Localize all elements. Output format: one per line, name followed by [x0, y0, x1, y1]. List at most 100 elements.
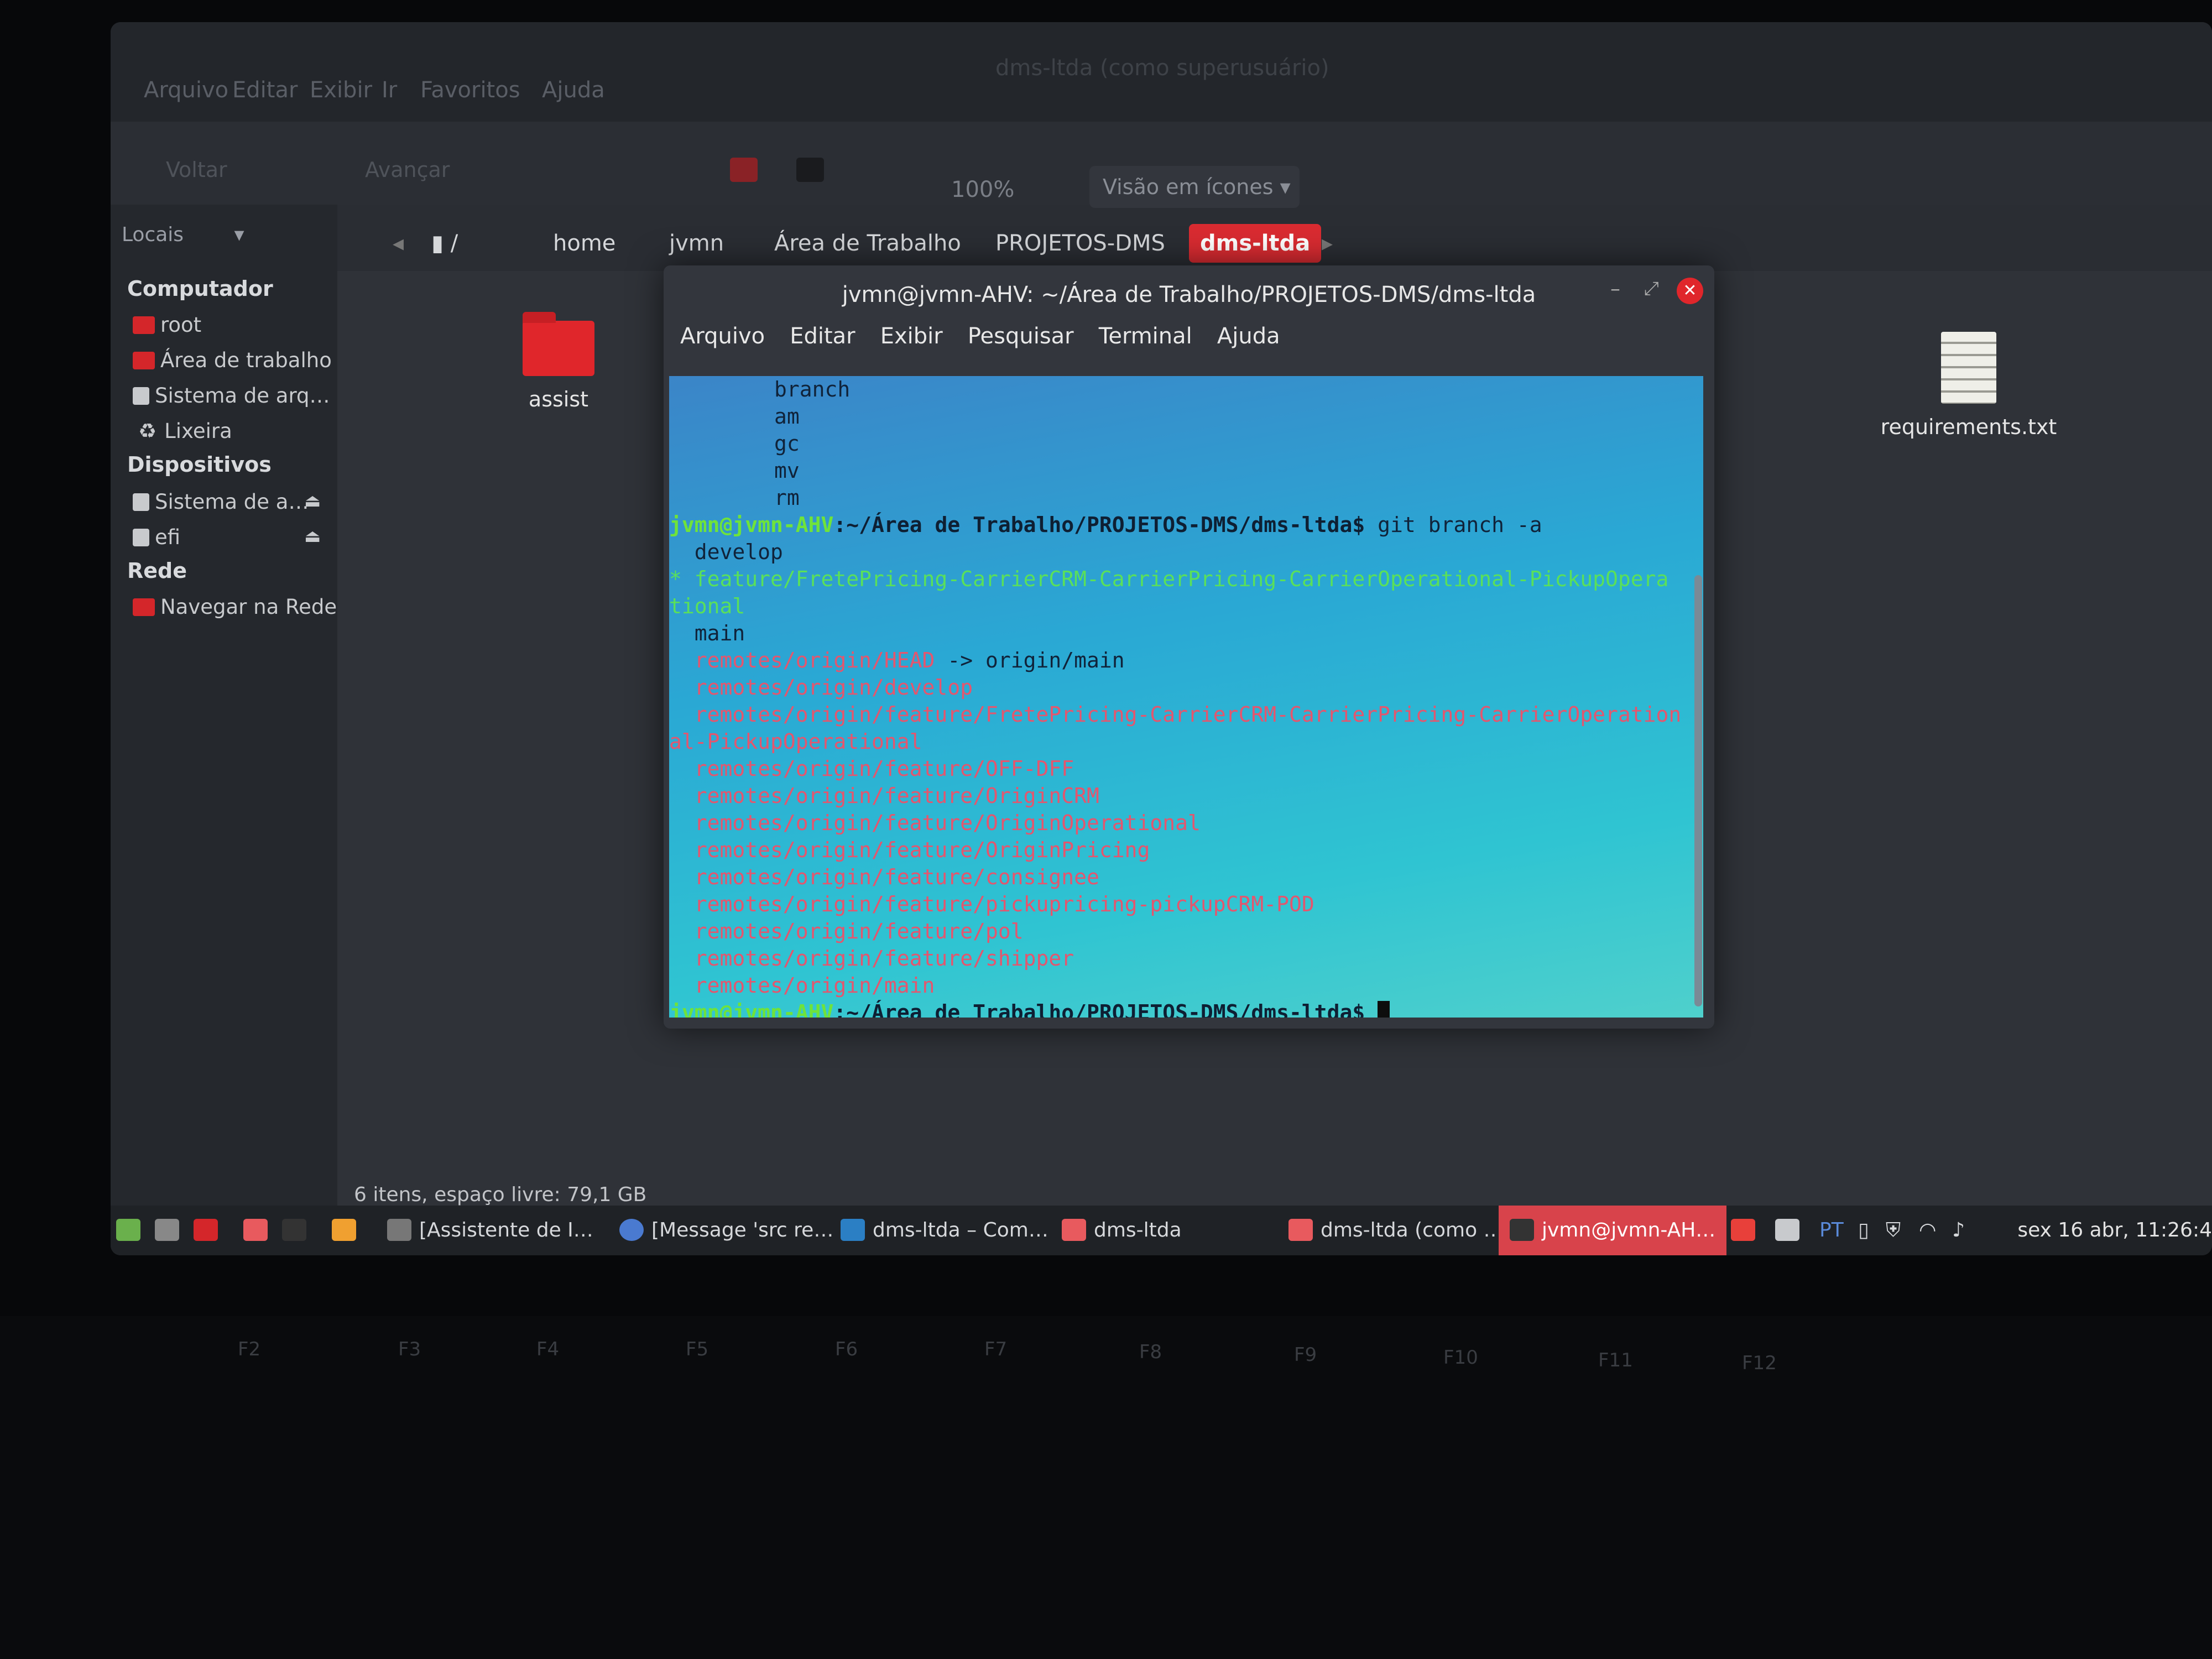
- firefox-launcher-icon[interactable]: [332, 1206, 364, 1255]
- terminal-launcher-icon[interactable]: [282, 1206, 314, 1255]
- sidebar-item-label: Área de trabalho: [160, 348, 332, 372]
- breadcrumb: ◂ ▮ / home jvmn Área de Trabalho PROJETO…: [348, 213, 1454, 268]
- minimize-icon[interactable]: –: [1610, 278, 1620, 300]
- key-f6: F6: [835, 1338, 858, 1360]
- file-assist[interactable]: assist: [503, 312, 614, 411]
- drive-icon: ▮: [431, 231, 451, 256]
- taskbar-item-vscode[interactable]: dms-ltda – Com…: [841, 1206, 1048, 1255]
- breadcrumb-dms-ltda[interactable]: dms-ltda: [1189, 224, 1322, 263]
- sidebar-item-device-efi[interactable]: efi: [133, 525, 180, 549]
- files-launcher-icon[interactable]: [243, 1206, 275, 1255]
- sidebar-header-network: Rede: [127, 559, 187, 583]
- shield-icon[interactable]: ⛨: [1886, 1206, 1901, 1255]
- chrome-icon: [619, 1219, 644, 1241]
- clock[interactable]: sex 16 abr, 11:26:4: [2017, 1206, 2212, 1255]
- taskbar-item-dms-ltda-root[interactable]: dms-ltda (como …: [1288, 1206, 1504, 1255]
- eject-icon[interactable]: ⏏: [304, 525, 321, 546]
- mint-menu-icon[interactable]: [116, 1206, 148, 1255]
- menu-editar[interactable]: Editar: [790, 324, 855, 349]
- sidebar-item-label: efi: [155, 525, 181, 549]
- terminal-window[interactable]: jvmn@jvmn-AHV: ~/Área de Trabalho/PROJET…: [664, 265, 1714, 1029]
- terminal-title: jvmn@jvmn-AHV: ~/Área de Trabalho/PROJET…: [842, 282, 1536, 307]
- taskbar-item-dms-ltda[interactable]: dms-ltda: [1062, 1206, 1182, 1255]
- sidebar-header-devices: Dispositivos: [127, 452, 272, 477]
- settings-icon: [155, 1219, 179, 1241]
- terminal-icon[interactable]: [796, 158, 824, 182]
- file-requirements[interactable]: requirements.txt: [1875, 332, 2063, 439]
- wifi-icon[interactable]: ◠: [1919, 1206, 1936, 1255]
- menu-editar[interactable]: Editar: [232, 77, 298, 103]
- keyboard-layout-indicator[interactable]: PT: [1819, 1206, 1844, 1255]
- breadcrumb-area-de-trabalho[interactable]: Área de Trabalho: [763, 224, 972, 263]
- sidebar-item-root[interactable]: root: [133, 313, 201, 337]
- folder-icon[interactable]: [730, 158, 758, 182]
- menu-favoritos[interactable]: Favoritos: [420, 77, 520, 103]
- key-f9: F9: [1294, 1344, 1317, 1366]
- clipboard-icon[interactable]: ▯: [1858, 1206, 1869, 1255]
- menu-exibir[interactable]: Exibir: [310, 77, 372, 103]
- taskbar: [Assistente de I… [Message 'src re… dms-…: [111, 1206, 2212, 1255]
- remote-branch-line: remotes/origin/develop: [669, 675, 973, 700]
- status-bar: 6 itens, espaço livre: 79,1 GB: [354, 1183, 647, 1206]
- text-file-icon: [1941, 332, 1996, 404]
- sidebar-item-label: Sistema de a…: [155, 490, 309, 514]
- remote-head-line: remotes/origin/HEAD -> origin/main: [669, 647, 1703, 674]
- taskbar-item-label: dms-ltda: [1094, 1219, 1182, 1241]
- mint-logo-icon: [116, 1219, 140, 1241]
- folder-icon: [243, 1219, 268, 1241]
- breadcrumb-home[interactable]: home: [542, 224, 627, 263]
- volume-icon[interactable]: ♪: [1952, 1206, 1965, 1255]
- sidebar-item-browse-network[interactable]: Navegar na Rede: [133, 595, 337, 619]
- folder-icon: [133, 316, 155, 334]
- terminal-prompt-line: jvmn@jvmn-AHV:~/Área de Trabalho/PROJETO…: [669, 512, 1703, 539]
- anydesk-icon[interactable]: [1731, 1206, 1763, 1255]
- breadcrumb-root[interactable]: ▮ /: [420, 224, 469, 263]
- breadcrumb-forward-icon[interactable]: ▸: [1311, 224, 1344, 263]
- remote-branch-line: remotes/origin/feature/pol: [669, 919, 1024, 943]
- key-f11: F11: [1598, 1349, 1633, 1371]
- key-f8: F8: [1139, 1341, 1162, 1363]
- menu-arquivo[interactable]: Arquivo: [144, 77, 228, 103]
- view-mode-select[interactable]: Visão em ícones ▾: [1089, 166, 1300, 208]
- menu-ir[interactable]: Ir: [382, 77, 397, 103]
- remote-branch-line: remotes/origin/feature/consignee: [669, 865, 1099, 889]
- sidebar-item-trash[interactable]: ♻ Lixeira: [133, 419, 232, 443]
- breadcrumb-jvmn[interactable]: jvmn: [658, 224, 735, 263]
- menu-ajuda[interactable]: Ajuda: [1217, 324, 1280, 349]
- breadcrumb-back-icon[interactable]: ◂: [382, 224, 415, 263]
- taskbar-item-assistente[interactable]: [Assistente de I…: [387, 1206, 593, 1255]
- key-f3: F3: [398, 1338, 421, 1360]
- sidebar-item-device-system[interactable]: Sistema de a…: [133, 490, 309, 514]
- taskbar-item-label: dms-ltda (como …: [1321, 1219, 1504, 1241]
- discord-icon[interactable]: [1775, 1206, 1807, 1255]
- sidebar-item-desktop[interactable]: Área de trabalho: [133, 348, 332, 372]
- app-launcher-icon[interactable]: [194, 1206, 226, 1255]
- menu-exibir[interactable]: Exibir: [880, 324, 943, 349]
- breadcrumb-projetos-dms[interactable]: PROJETOS-DMS: [984, 224, 1176, 263]
- forward-button[interactable]: Avançar: [365, 158, 450, 182]
- view-mode-label: Visão em ícones: [1103, 175, 1274, 199]
- text-cursor: [1378, 1001, 1390, 1018]
- menu-arquivo[interactable]: Arquivo: [680, 324, 765, 349]
- settings-launcher-icon[interactable]: [155, 1206, 187, 1255]
- taskbar-item-message[interactable]: [Message 'src re…: [619, 1206, 833, 1255]
- taskbar-item-terminal[interactable]: jvmn@jvmn-AH…: [1499, 1206, 1727, 1255]
- maximize-icon[interactable]: ⤢: [1644, 278, 1659, 300]
- menu-pesquisar[interactable]: Pesquisar: [968, 324, 1074, 349]
- menu-terminal[interactable]: Terminal: [1099, 324, 1192, 349]
- file-manager-window-title: dms-ltda (como superusuário): [995, 55, 1329, 81]
- back-button[interactable]: Voltar: [166, 158, 227, 182]
- prompt-path: :~/Área de Trabalho/PROJETOS-DMS/dms-ltd…: [833, 513, 1365, 537]
- close-icon[interactable]: ✕: [1677, 278, 1703, 304]
- chevron-down-icon: ▾: [1280, 175, 1291, 199]
- eject-icon[interactable]: ⏏: [304, 490, 321, 511]
- menu-ajuda[interactable]: Ajuda: [542, 77, 605, 103]
- terminal-line: rm: [774, 486, 800, 510]
- terminal-scrollbar[interactable]: [1694, 575, 1702, 1006]
- places-select[interactable]: Locais ▾: [122, 216, 265, 254]
- places-label: Locais: [122, 223, 184, 246]
- key-f10: F10: [1443, 1347, 1478, 1369]
- terminal-output[interactable]: branch am gc mv rm jvmn@jvmn-AHV:~/Área …: [669, 376, 1703, 1018]
- terminal-line: am: [774, 404, 800, 429]
- sidebar-item-filesystem[interactable]: Sistema de arq…: [133, 384, 330, 408]
